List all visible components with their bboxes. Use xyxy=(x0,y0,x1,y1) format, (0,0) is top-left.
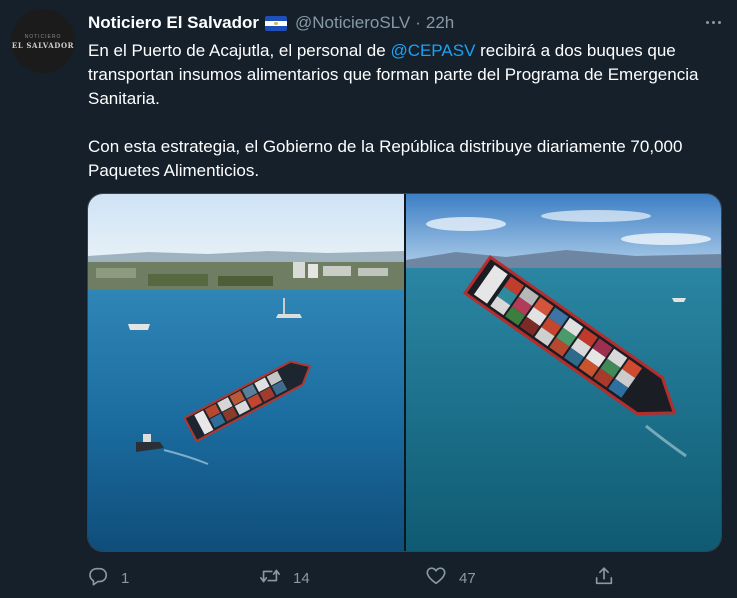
flag-icon xyxy=(265,15,287,31)
avatar-main-text: EL SALVADOR xyxy=(11,40,75,50)
tweet-paragraph-1: En el Puerto de Acajutla, el personal de… xyxy=(88,39,728,111)
timestamp[interactable]: 22h xyxy=(426,13,454,33)
tweet-header: Noticiero El Salvador @NoticieroSLV · 22… xyxy=(88,12,454,34)
tweet-card[interactable]: NOTICIERO EL SALVADOR Noticiero El Salva… xyxy=(0,0,737,598)
share-button[interactable] xyxy=(593,565,615,591)
user-handle[interactable]: @NoticieroSLV xyxy=(295,13,410,33)
like-icon xyxy=(425,565,447,591)
avatar-small-text: NOTICIERO xyxy=(24,33,62,40)
tweet-paragraph-2: Con esta estrategia, el Gobierno de la R… xyxy=(88,137,683,180)
avatar[interactable]: NOTICIERO EL SALVADOR xyxy=(11,9,75,73)
reply-icon xyxy=(87,565,109,591)
like-count: 47 xyxy=(459,569,476,587)
more-icon[interactable] xyxy=(703,12,723,32)
photo-port-ship[interactable] xyxy=(88,194,404,551)
media-grid xyxy=(87,193,722,552)
retweet-count: 14 xyxy=(293,569,310,587)
tweet-actions: 1 14 47 xyxy=(87,565,627,589)
photo-container-ship[interactable] xyxy=(405,194,721,551)
retweet-icon xyxy=(259,565,281,591)
mention-link[interactable]: @CEPASV xyxy=(390,41,475,60)
separator-dot: · xyxy=(415,13,421,32)
retweet-button[interactable]: 14 xyxy=(259,565,310,591)
share-icon xyxy=(593,565,615,591)
reply-count: 1 xyxy=(121,569,130,587)
tweet-text: En el Puerto de Acajutla, el personal de… xyxy=(88,39,728,183)
like-button[interactable]: 47 xyxy=(425,565,476,591)
reply-button[interactable]: 1 xyxy=(87,565,129,591)
text-p1-before: En el Puerto de Acajutla, el personal de xyxy=(88,41,391,60)
display-name[interactable]: Noticiero El Salvador xyxy=(88,13,259,33)
